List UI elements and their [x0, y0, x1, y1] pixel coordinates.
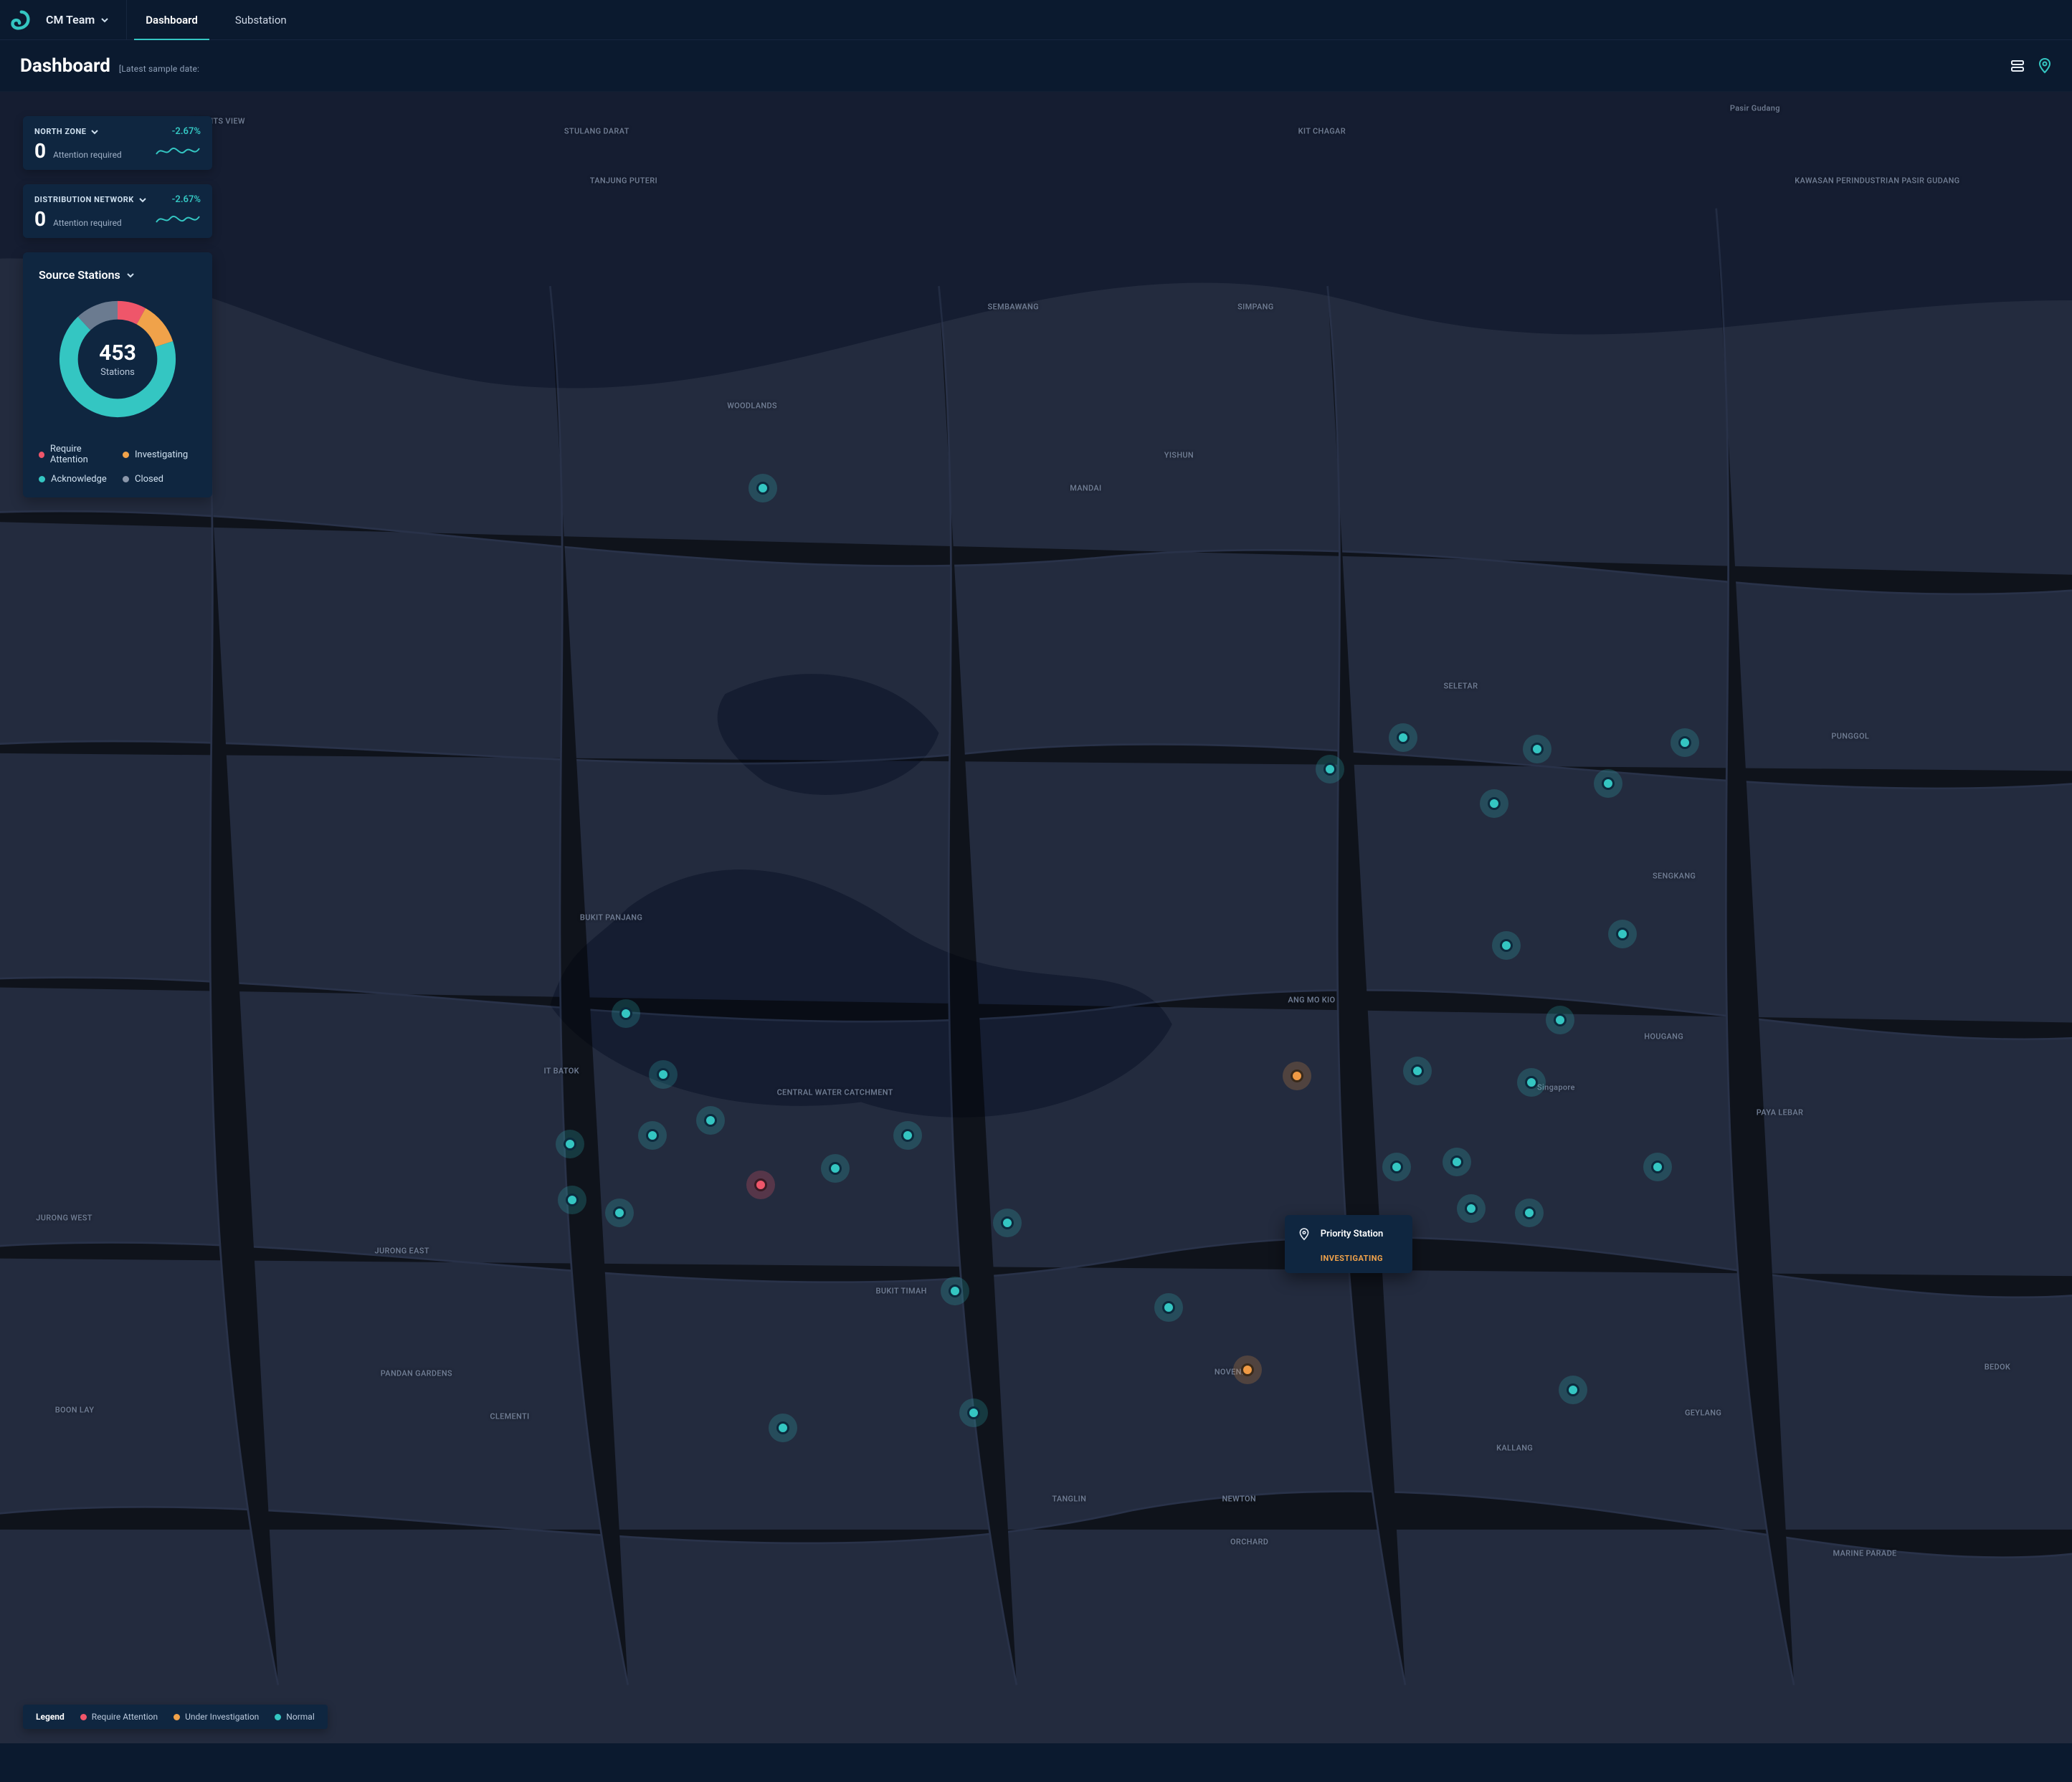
legend-item: Under Investigation [174, 1712, 259, 1722]
station-marker[interactable] [1671, 728, 1699, 757]
legend-item: Require Attention [80, 1712, 158, 1722]
station-marker[interactable] [649, 1060, 678, 1089]
legend-item: Normal [275, 1712, 314, 1722]
donut-chart: 453 Stations [53, 295, 182, 424]
legend-item: Closed [123, 474, 196, 485]
station-marker[interactable] [1643, 1153, 1672, 1181]
station-marker[interactable] [1389, 723, 1417, 752]
station-marker[interactable] [1233, 1355, 1262, 1384]
tab-label: Substation [235, 14, 287, 27]
stat-delta: -2.67% [172, 194, 201, 205]
station-marker[interactable] [1480, 789, 1508, 818]
donut-label: Stations [100, 367, 135, 378]
stat-card-title[interactable]: DISTRIBUTION NETWORK [34, 195, 147, 204]
tab-dashboard[interactable]: Dashboard [127, 0, 217, 40]
team-selector[interactable]: CM Team [40, 0, 127, 40]
source-stations-card: Source Stations [23, 252, 212, 497]
topbar: CM Team Dashboard Substation [0, 0, 2072, 40]
station-tooltip: Priority Station INVESTIGATING [1285, 1215, 1412, 1273]
chevron-down-icon [138, 196, 147, 204]
chevron-down-icon [126, 271, 135, 280]
subheader: Dashboard [Latest sample date: [0, 40, 2072, 92]
stat-subtitle: Attention required [53, 150, 122, 160]
station-marker[interactable] [612, 999, 640, 1028]
stat-value: 0 [34, 209, 46, 229]
tab-substation[interactable]: Substation [217, 0, 305, 40]
map-area[interactable]: STRAITS VIEWSTULANG DARATKIT CHAGARTANJU… [0, 92, 2072, 1743]
station-marker[interactable] [696, 1106, 725, 1135]
map-view-button[interactable] [2038, 58, 2052, 74]
stat-card-distribution-network: DISTRIBUTION NETWORK -2.67% 0 Attention … [23, 184, 212, 238]
legend-bar: Legend Require Attention Under Investiga… [23, 1705, 328, 1729]
station-marker[interactable] [1515, 1199, 1544, 1227]
station-marker[interactable] [556, 1130, 584, 1158]
station-marker[interactable] [1283, 1062, 1311, 1090]
legend-item: Investigating [123, 444, 196, 465]
station-marker[interactable] [1154, 1293, 1183, 1322]
legend-item: Require Attention [39, 444, 113, 465]
page-title: Dashboard [20, 55, 110, 77]
station-marker[interactable] [605, 1199, 634, 1227]
station-marker[interactable] [941, 1277, 969, 1305]
stat-card-north-zone: NORTH ZONE -2.67% 0 Attention required [23, 116, 212, 170]
basemap [0, 92, 2072, 1743]
tab-label: Dashboard [146, 14, 198, 27]
station-marker[interactable] [1546, 1006, 1574, 1034]
station-marker[interactable] [749, 474, 777, 502]
map-pin-icon [2038, 58, 2052, 74]
stat-subtitle: Attention required [53, 218, 122, 228]
station-marker[interactable] [1594, 769, 1622, 798]
station-marker[interactable] [746, 1171, 775, 1199]
logo-icon [10, 10, 30, 30]
map-pin-icon [1295, 1225, 1313, 1244]
tooltip-status: INVESTIGATING [1321, 1254, 1397, 1263]
donut-legend: Require Attention Investigating Acknowle… [39, 444, 196, 485]
station-marker[interactable] [1608, 920, 1637, 948]
station-marker[interactable] [1559, 1376, 1587, 1404]
chevron-down-icon [90, 128, 99, 136]
floating-cards: NORTH ZONE -2.67% 0 Attention required [23, 116, 212, 497]
team-label: CM Team [46, 13, 95, 27]
legend-item: Acknowledge [39, 474, 113, 485]
list-view-button[interactable] [2010, 59, 2025, 73]
station-marker[interactable] [1403, 1057, 1432, 1085]
chevron-down-icon [100, 16, 109, 24]
sparkline [155, 141, 201, 161]
stat-value: 0 [34, 141, 46, 161]
station-marker[interactable] [1443, 1148, 1471, 1176]
sample-date-label: [Latest sample date: [119, 64, 199, 74]
station-marker[interactable] [1382, 1153, 1411, 1181]
station-marker[interactable] [769, 1414, 797, 1442]
source-card-title[interactable]: Source Stations [39, 268, 196, 282]
station-marker[interactable] [893, 1121, 922, 1150]
station-marker[interactable] [959, 1399, 988, 1427]
station-marker[interactable] [638, 1121, 667, 1150]
donut-value: 453 [99, 340, 136, 366]
station-marker[interactable] [993, 1209, 1022, 1237]
tooltip-title: Priority Station [1321, 1229, 1384, 1239]
list-view-icon [2010, 59, 2025, 73]
legend-title: Legend [36, 1712, 65, 1722]
station-marker[interactable] [1517, 1068, 1546, 1097]
nav-tabs: Dashboard Substation [127, 0, 305, 40]
station-marker[interactable] [1316, 755, 1344, 783]
stat-delta: -2.67% [172, 126, 201, 137]
app-logo [0, 0, 40, 40]
station-marker[interactable] [821, 1154, 850, 1183]
station-marker[interactable] [558, 1186, 586, 1214]
station-marker[interactable] [1457, 1194, 1486, 1223]
stat-card-title[interactable]: NORTH ZONE [34, 127, 99, 136]
station-marker[interactable] [1523, 735, 1551, 763]
sparkline [155, 209, 201, 229]
station-marker[interactable] [1492, 931, 1521, 960]
footer-area [0, 1743, 2072, 1782]
